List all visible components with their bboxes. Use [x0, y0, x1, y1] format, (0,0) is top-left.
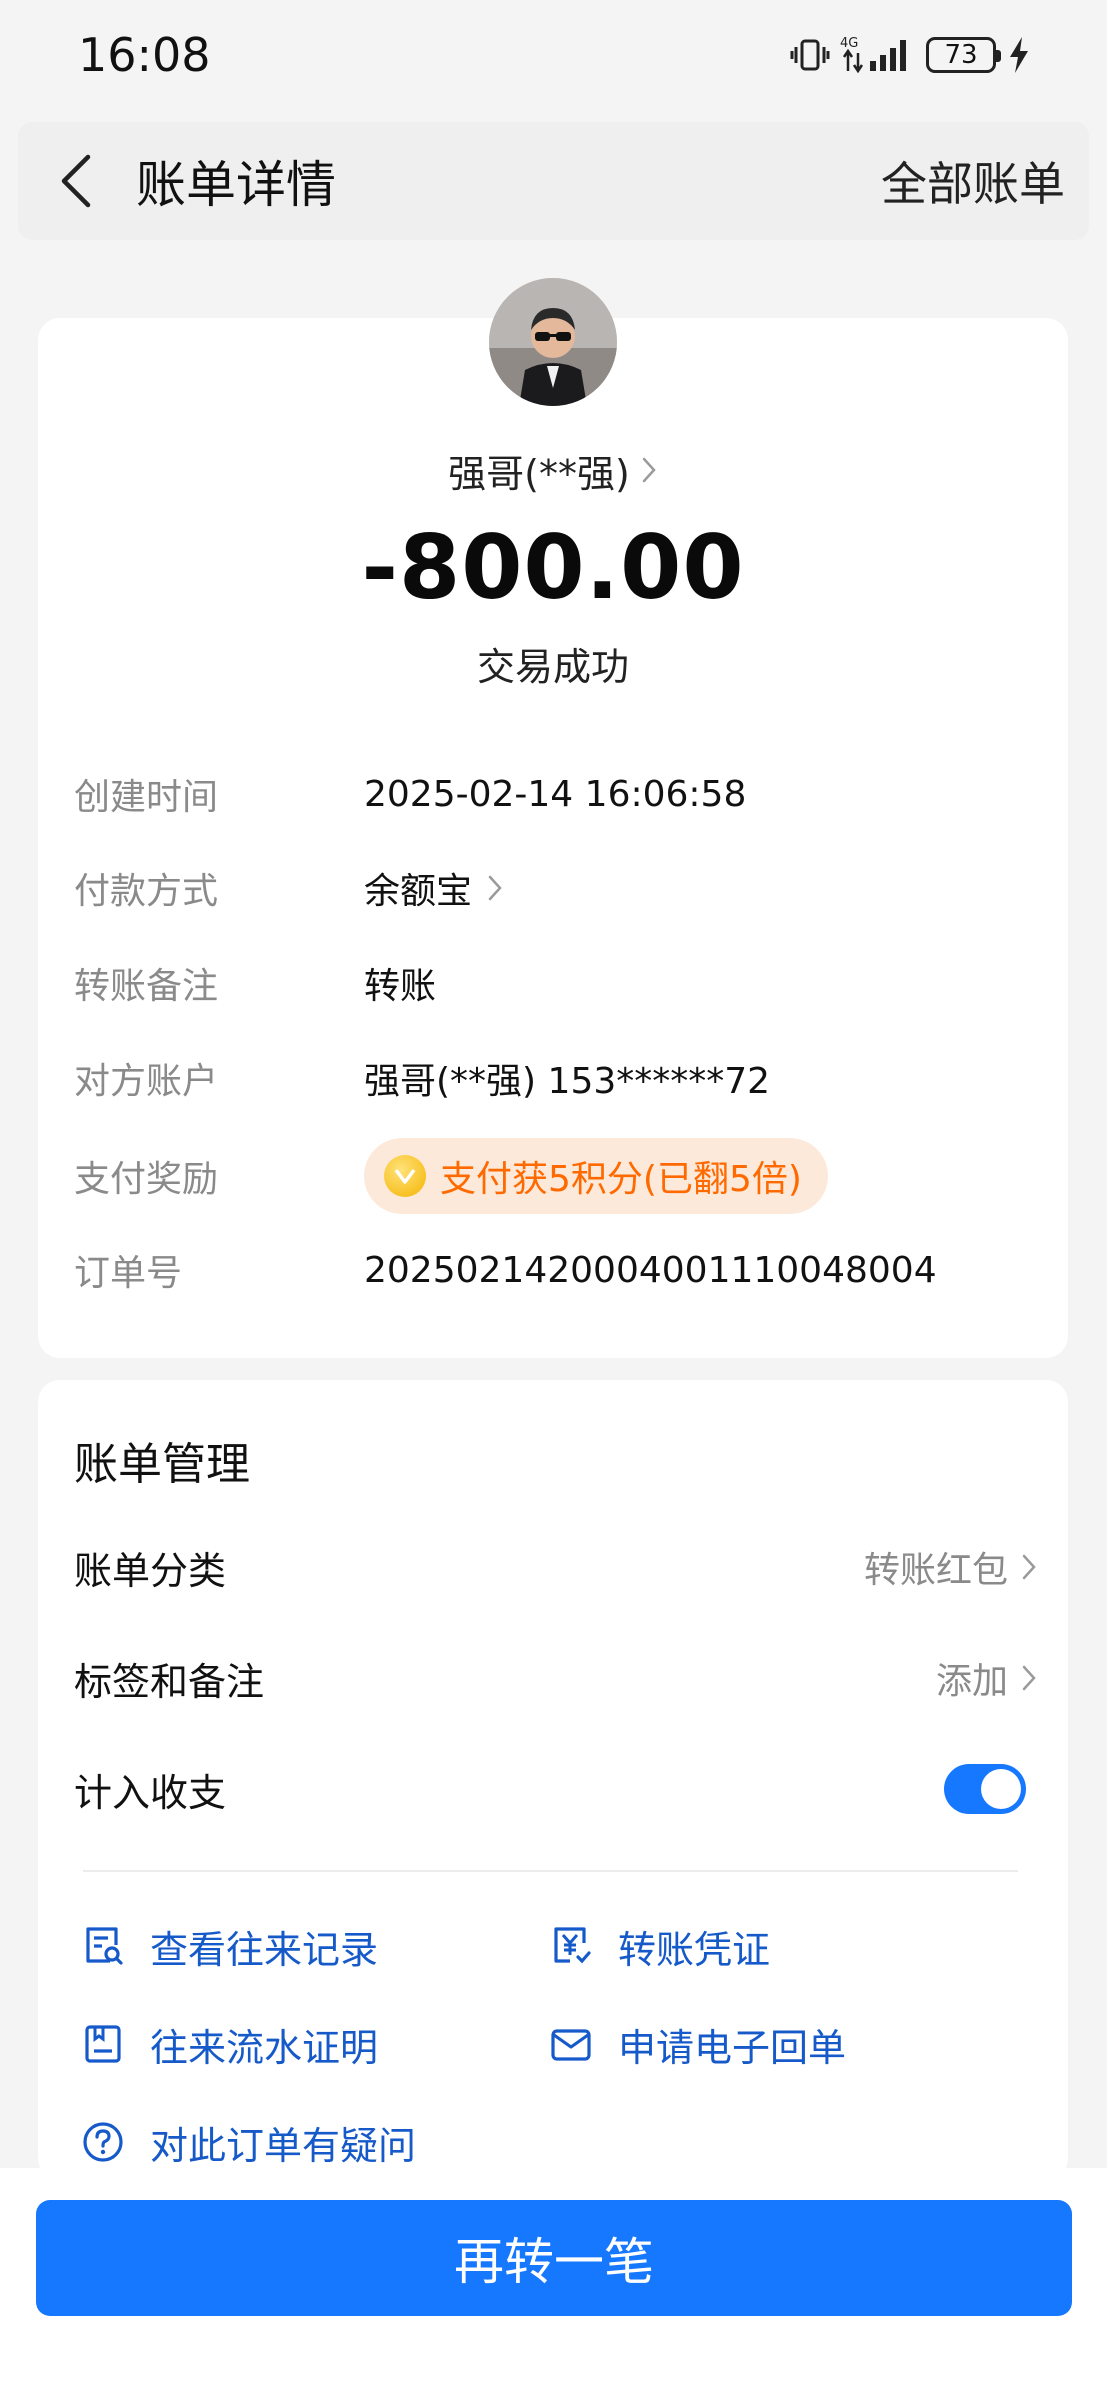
divider [83, 1870, 1018, 1872]
payee-name: 强哥(**强) [448, 451, 630, 496]
bill-category-row[interactable]: 账单分类 转账红包 [74, 1532, 1038, 1602]
tags-notes-row[interactable]: 标签和备注 添加 [74, 1643, 1038, 1713]
detail-value: 2025-02-14 16:06:58 [364, 774, 746, 815]
record-search-icon [86, 1927, 123, 1965]
detail-label: 支付奖励 [74, 1159, 219, 1200]
action-label: 对此订单有疑问 [150, 2123, 417, 2168]
battery-indicator: 73 [926, 37, 1001, 73]
back-button[interactable] [26, 122, 126, 240]
tags-notes-value: 添加 [935, 1661, 1008, 1702]
question-circle-icon [83, 2122, 123, 2162]
bill-category-value: 转账红包 [863, 1550, 1008, 1591]
detail-label: 转账备注 [74, 966, 219, 1007]
status-icons: 4G 73 [790, 35, 1032, 75]
manage-value: 转账红包 [864, 1541, 1038, 1593]
detail-row-order-number: 订单号 2025021420004001110048004 [74, 1235, 1032, 1305]
view-history-action[interactable]: 查看往来记录 [80, 1914, 378, 1978]
reward-coin-icon [384, 1155, 426, 1197]
detail-value: 转账 [364, 957, 436, 1009]
detail-row-created-time: 创建时间 2025-02-14 16:06:58 [74, 759, 1032, 829]
payee-row[interactable]: 强哥(**强) [38, 440, 1068, 500]
signal-icon: 4G [840, 36, 906, 74]
network-type-label: 4G [840, 36, 858, 51]
transaction-status: 交易成功 [476, 645, 629, 689]
detail-label: 付款方式 [74, 871, 219, 912]
include-in-budget-row: 计入收支 [74, 1754, 1038, 1824]
bill-management-card: 账单管理 账单分类 转账红包 标签和备注 添加 计入收支 查看往来记录 转账凭证… [38, 1380, 1068, 2180]
reward-text: 支付获5积分(已翻5倍) [440, 1159, 802, 1200]
detail-value: 强哥(**强) 153******72 [364, 1052, 770, 1104]
action-label: 申请电子回单 [618, 2025, 847, 2070]
payee-avatar[interactable] [489, 278, 617, 406]
include-in-budget-toggle[interactable] [944, 1764, 1026, 1814]
manage-label: 账单分类 [74, 1548, 227, 1593]
transfer-voucher-action[interactable]: 转账凭证 [548, 1914, 770, 1978]
manage-label: 标签和备注 [74, 1659, 265, 1704]
transfer-again-button[interactable]: 再转一笔 [36, 2200, 1072, 2316]
detail-label: 创建时间 [74, 777, 219, 818]
status-bar: 16:08 4G 73 [0, 0, 1107, 110]
created-time-value: 2025-02-14 16:06:58 [364, 773, 747, 815]
order-question-action[interactable]: 对此订单有疑问 [80, 2110, 416, 2174]
e-receipt-action[interactable]: 申请电子回单 [548, 2012, 846, 2076]
manage-label: 计入收支 [74, 1770, 227, 1815]
yuan-voucher-icon [554, 1927, 591, 1964]
counterparty-value: 强哥(**强) 153******72 [364, 1061, 771, 1102]
detail-row-reward: 支付奖励 支付获5积分(已翻5倍) [74, 1136, 1032, 1216]
section-title: 账单管理 [74, 1439, 250, 1490]
battery-level: 73 [944, 40, 978, 70]
detail-row-payment-method[interactable]: 付款方式 余额宝 [74, 853, 1032, 923]
toggle-knob [981, 1769, 1021, 1809]
all-bills-link[interactable]: 全部账单 [881, 148, 1065, 214]
transaction-card: 强哥(**强) -800.00 交易成功 创建时间 2025-02-14 16:… [38, 278, 1068, 1358]
chevron-right-icon [1022, 1554, 1036, 1580]
chevron-right-icon [642, 457, 656, 483]
action-label: 查看往来记录 [150, 1927, 379, 1972]
vibrate-icon [790, 39, 830, 71]
status-time: 16:08 [78, 28, 211, 82]
charging-icon [1010, 37, 1028, 73]
detail-label: 订单号 [74, 1253, 183, 1294]
app-header: 账单详情 全部账单 [18, 122, 1089, 240]
chevron-right-icon [488, 875, 502, 901]
order-number-value: 2025021420004001110048004 [364, 1249, 937, 1291]
page-title: 账单详情 [136, 156, 336, 214]
manage-value: 添加 [936, 1652, 1038, 1704]
payment-method-value: 余额宝 [364, 871, 473, 912]
transfer-note-value: 转账 [364, 966, 437, 1007]
statement-icon [85, 2025, 121, 2063]
detail-value: 2025021420004001110048004 [364, 1250, 937, 1291]
chevron-left-icon [61, 154, 91, 208]
action-label: 转账凭证 [618, 1927, 771, 1972]
mail-icon [551, 2029, 591, 2061]
chevron-right-icon [1022, 1665, 1036, 1691]
detail-row-counterparty: 对方账户 强哥(**强) 153******72 [74, 1043, 1032, 1113]
detail-value: 余额宝 [364, 862, 504, 914]
detail-row-transfer-note: 转账备注 转账 [74, 948, 1032, 1018]
reward-badge[interactable]: 支付获5积分(已翻5倍) [364, 1138, 828, 1214]
statement-proof-action[interactable]: 往来流水证明 [80, 2012, 378, 2076]
transaction-amount: -800.00 [361, 516, 745, 619]
bottom-bar: 再转一笔 [0, 2168, 1107, 2400]
action-label: 往来流水证明 [150, 2025, 379, 2070]
detail-label: 对方账户 [74, 1061, 219, 1102]
